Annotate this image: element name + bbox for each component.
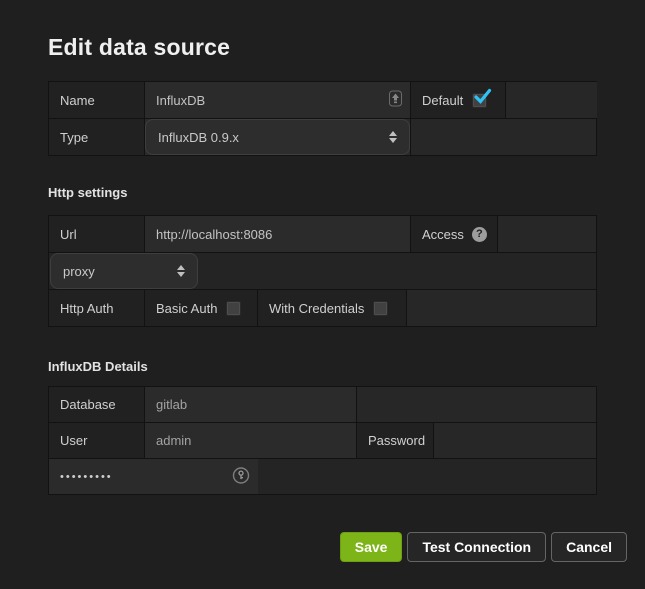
access-mode-cell: proxy (49, 253, 596, 289)
url-row: Url Access ? (49, 216, 596, 252)
with-credentials-label: With Credentials (269, 301, 364, 316)
http-settings-table: Url Access ? proxy Http Auth (48, 215, 597, 327)
check-icon (473, 88, 492, 108)
default-label: Default (422, 93, 463, 108)
type-field-cell: InfluxDB 0.9.x (145, 119, 410, 155)
spacer-cell (498, 216, 596, 252)
cancel-button[interactable]: Cancel (551, 532, 627, 562)
http-auth-row: Http Auth Basic Auth With Credentials (49, 290, 596, 326)
password-row-cell (49, 459, 596, 494)
url-label: Url (49, 216, 144, 252)
access-label: Access (422, 227, 464, 242)
basic-auth-checkbox[interactable] (226, 301, 241, 316)
caps-lock-icon (389, 91, 402, 110)
http-auth-label: Http Auth (49, 290, 144, 326)
test-connection-button[interactable]: Test Connection (407, 532, 546, 562)
user-field-cell (145, 423, 356, 458)
help-icon[interactable]: ? (472, 227, 487, 242)
type-select-value: InfluxDB 0.9.x (158, 130, 239, 145)
basic-auth-cell: Basic Auth (145, 290, 257, 326)
spacer-cell (357, 387, 596, 422)
password-row (49, 459, 596, 494)
basic-settings-table: Name Default (48, 81, 597, 156)
type-label: Type (49, 119, 144, 155)
url-field-cell (145, 216, 410, 252)
password-label: Password (357, 423, 433, 458)
spacer-cell (506, 82, 597, 118)
access-mode-row: proxy (49, 253, 596, 289)
with-credentials-cell: With Credentials (258, 290, 406, 326)
influxdb-details-table: Database User Password (48, 386, 597, 495)
default-checkbox[interactable] (472, 93, 487, 108)
name-row: Name Default (49, 82, 596, 118)
form-actions: Save Test Connection Cancel (340, 532, 627, 562)
select-arrows-icon (177, 265, 185, 277)
name-label: Name (49, 82, 144, 118)
save-button[interactable]: Save (340, 532, 403, 562)
password-autofill-key-icon[interactable] (232, 466, 250, 487)
database-row: Database (49, 387, 596, 422)
with-credentials-checkbox[interactable] (373, 301, 388, 316)
database-field-cell (145, 387, 356, 422)
default-cell: Default (411, 82, 505, 118)
database-input[interactable] (145, 387, 356, 422)
user-label: User (49, 423, 144, 458)
basic-auth-label: Basic Auth (156, 301, 217, 316)
url-input[interactable] (145, 216, 410, 252)
password-input[interactable] (49, 459, 258, 494)
http-settings-heading: Http settings (48, 185, 127, 200)
type-select[interactable]: InfluxDB 0.9.x (145, 119, 410, 155)
select-arrows-icon (389, 131, 397, 143)
type-row: Type InfluxDB 0.9.x (49, 119, 596, 155)
access-mode-select[interactable]: proxy (50, 253, 198, 289)
influxdb-details-heading: InfluxDB Details (48, 359, 148, 374)
user-row: User Password (49, 423, 596, 458)
access-cell: Access ? (411, 216, 497, 252)
spacer-cell (411, 119, 596, 155)
password-field-cell (49, 459, 258, 494)
edit-data-source-page: Edit data source Name Default (0, 0, 645, 589)
access-mode-value: proxy (63, 264, 95, 279)
user-input[interactable] (145, 423, 356, 458)
name-field-cell (145, 82, 410, 118)
spacer-cell (434, 423, 596, 458)
spacer-cell (407, 290, 596, 326)
database-label: Database (49, 387, 144, 422)
page-title: Edit data source (48, 34, 230, 61)
name-input[interactable] (145, 82, 410, 118)
